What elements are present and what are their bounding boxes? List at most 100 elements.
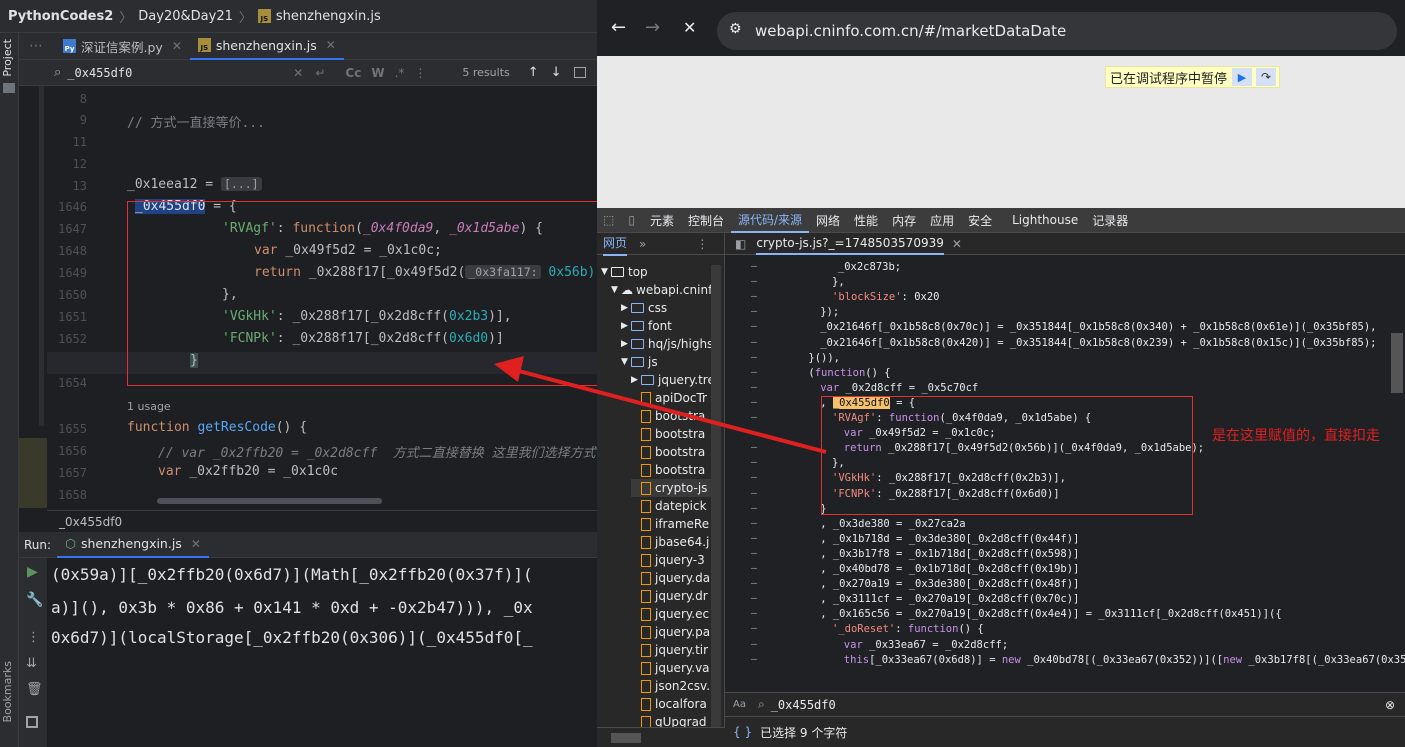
tree-item[interactable]: bootstra <box>631 443 705 461</box>
project-tool-tab[interactable]: Project <box>1 39 14 77</box>
line-gutter-mark[interactable]: – <box>751 457 757 468</box>
editor-horizontal-scrollbar[interactable] <box>157 498 382 504</box>
pretty-print-icon[interactable]: { } <box>733 725 752 739</box>
tree-item[interactable]: iframeRe <box>631 515 709 533</box>
line-gutter-mark[interactable]: – <box>751 306 757 317</box>
close-icon[interactable]: ✕ <box>326 38 336 52</box>
rerun-icon[interactable]: ▶ <box>27 564 38 580</box>
line-gutter-mark[interactable]: – <box>751 518 757 529</box>
expand-arrow-icon[interactable]: ▶ <box>621 321 631 331</box>
regex-toggle[interactable]: .* <box>395 66 405 80</box>
line-gutter-mark[interactable]: – <box>751 488 757 499</box>
case-sensitive-icon[interactable]: Aa <box>733 699 746 710</box>
line-gutter-mark[interactable]: – <box>751 533 757 544</box>
devtools-tab[interactable]: 源代码/来源 <box>730 208 810 233</box>
tree-item[interactable]: jbase64.j <box>631 533 709 551</box>
tree-item[interactable]: jquery.va <box>631 659 710 677</box>
line-gutter-mark[interactable]: – <box>751 654 757 665</box>
line-gutter-mark[interactable]: – <box>751 291 757 302</box>
tree-item[interactable]: jquery.pa <box>631 623 710 641</box>
line-gutter-mark[interactable]: – <box>751 321 757 332</box>
address-bar[interactable]: ⚙ webapi.cninfo.com.cn/#/marketDataDate <box>717 12 1397 50</box>
more-tabs-icon[interactable]: » <box>639 237 646 251</box>
tree-item[interactable]: jquery.ec <box>631 605 709 623</box>
tree-item[interactable]: bootstra <box>631 461 705 479</box>
line-gutter-mark[interactable]: – <box>751 337 757 348</box>
line-gutter-mark[interactable]: – <box>751 563 757 574</box>
breadcrumb-folder[interactable]: Day20&Day21 <box>138 9 233 24</box>
tabs-menu-icon[interactable]: ⋯ <box>19 38 55 54</box>
folder-icon[interactable] <box>3 83 15 93</box>
search-icon[interactable]: ⌕ <box>54 65 61 80</box>
tree-item[interactable]: ▶ css <box>621 299 667 317</box>
devtools-tab[interactable]: 安全 <box>961 208 999 233</box>
line-gutter-mark[interactable]: – <box>751 472 757 483</box>
tree-item[interactable]: jquery.dr <box>631 587 708 605</box>
stop-icon[interactable]: ✕ <box>683 18 696 37</box>
line-gutter-mark[interactable]: – <box>751 427 757 438</box>
tree-item[interactable]: datepick <box>631 497 707 515</box>
close-icon[interactable]: ✕ <box>172 39 182 53</box>
tree-item[interactable]: jquery.da <box>631 569 710 587</box>
expand-arrow-icon[interactable]: ▶ <box>631 375 641 385</box>
more-icon[interactable]: ⋮ <box>27 630 40 645</box>
line-gutter-mark[interactable]: – <box>751 276 757 287</box>
tree-item[interactable]: bootstra <box>631 425 705 443</box>
expand-arrow-icon[interactable]: ▼ <box>621 357 631 367</box>
prev-result-icon[interactable]: ↑ <box>528 65 539 80</box>
file-tab[interactable]: crypto-js.js?_=1748503570939 <box>756 233 944 255</box>
step-over-icon[interactable]: ↷ <box>1256 68 1277 86</box>
devtools-tab[interactable]: 控制台 <box>681 208 731 233</box>
layout-icon[interactable] <box>26 716 38 728</box>
breadcrumb-file[interactable]: shenzhengxin.js <box>276 9 381 24</box>
tree-item[interactable]: ▶ jquery.tre <box>631 371 715 389</box>
run-console[interactable]: (0x59a)][_0x2ffb20(0x6d7)](Math[_0x2ffb2… <box>47 558 597 747</box>
select-all-icon[interactable] <box>573 67 586 78</box>
line-gutter-mark[interactable]: – <box>751 639 757 650</box>
expand-arrow-icon[interactable]: ▼ <box>601 267 611 277</box>
line-gutter-mark[interactable]: – <box>751 578 757 589</box>
devtools-tab[interactable]: 元素 <box>643 208 681 233</box>
tree-scrollbar[interactable] <box>711 265 721 727</box>
tree-item[interactable]: ▶ hq/js/highs <box>621 335 713 353</box>
line-gutter-mark[interactable]: – <box>751 442 757 453</box>
tree-item[interactable]: qUpgrad <box>631 713 707 727</box>
line-gutter-mark[interactable]: – <box>751 352 757 363</box>
page-tab[interactable]: 网页 <box>603 233 628 256</box>
tree-item[interactable]: json2csv. <box>631 677 710 695</box>
back-icon[interactable]: ← <box>611 17 626 38</box>
source-search-input[interactable]: _0x455df0 <box>771 698 836 712</box>
source-scrollbar[interactable] <box>1391 333 1403 393</box>
tree-item[interactable]: ▶ font <box>621 317 672 335</box>
expand-arrow-icon[interactable]: ▶ <box>621 303 631 313</box>
match-case-toggle[interactable]: Cc <box>345 66 361 80</box>
devtools-tab[interactable]: 网络 <box>809 208 847 233</box>
expand-arrow-icon[interactable]: ▼ <box>611 285 621 295</box>
tree-item[interactable]: jquery-3 <box>631 551 705 569</box>
forward-icon[interactable]: → <box>645 17 660 38</box>
line-gutter-mark[interactable]: – <box>751 503 757 514</box>
expand-arrow-icon[interactable]: ▶ <box>621 339 631 349</box>
bookmarks-tool-tab[interactable]: Bookmarks <box>1 661 14 722</box>
usage-hint[interactable]: 1 usage <box>127 400 171 413</box>
tree-item[interactable]: crypto-js <box>631 479 721 497</box>
tab-shenzhengxin-js[interactable]: JS shenzhengxin.js ✕ <box>189 32 344 60</box>
tree-item[interactable]: localfora <box>631 695 707 713</box>
devtools-tab[interactable]: 应用 <box>923 208 961 233</box>
devtools-tab[interactable]: Lighthouse <box>1005 208 1085 233</box>
clear-search-icon[interactable]: ⊗ <box>1385 698 1395 712</box>
tree-item[interactable]: ▼ top <box>601 263 648 281</box>
line-gutter-mark[interactable]: – <box>751 397 757 408</box>
scroll-end-icon[interactable]: ⇊ <box>26 656 37 671</box>
line-gutter-mark[interactable]: – <box>751 261 757 272</box>
trash-icon[interactable]: 🗑 <box>26 682 43 697</box>
resume-icon[interactable]: ▶ <box>1232 68 1253 86</box>
tab-shenzhengxin-py[interactable]: Py 深证信案例.py ✕ <box>55 33 190 60</box>
line-gutter-mark[interactable]: – <box>751 593 757 604</box>
wrench-icon[interactable]: 🔧 <box>26 592 43 608</box>
tree-item[interactable]: ▼ ☁ webapi.cninfo <box>611 281 720 299</box>
device-icon[interactable]: ▯ <box>620 213 643 227</box>
tree-item[interactable]: apiDocTr <box>631 389 707 407</box>
tree-horizontal-scroll[interactable] <box>597 727 725 747</box>
line-gutter-mark[interactable]: – <box>751 382 757 393</box>
